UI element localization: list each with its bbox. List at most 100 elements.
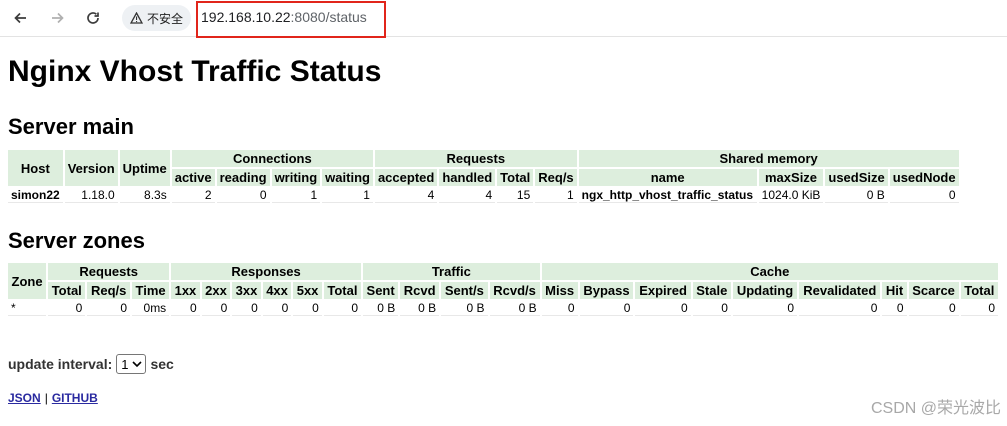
watermark: CSDN @荣光波比 (870, 400, 1001, 417)
resp-4xx-header: 4xx (262, 282, 292, 299)
zone-total-cell: 0 (48, 301, 86, 316)
reload-button[interactable] (80, 5, 106, 31)
uptime-cell: 8.3s (119, 188, 170, 203)
forward-button[interactable] (44, 5, 70, 31)
rcvd-cell: 0 B (400, 301, 440, 316)
total-cell: 15 (497, 188, 534, 203)
scarce-cell: 0 (908, 301, 959, 316)
traffic-group-header: Traffic (363, 263, 540, 280)
bypass-cell: 0 (579, 301, 634, 316)
cache-total-cell: 0 (960, 301, 998, 316)
address-bar[interactable]: 192.168.10.22:8080/status (201, 9, 367, 25)
uptime-header: Uptime (119, 150, 170, 186)
resp-3xx-header: 3xx (232, 282, 261, 299)
reqs-cell: 1 (535, 188, 577, 203)
rcvd-rate-cell: 0 B (489, 301, 540, 316)
updating-header: Updating (732, 282, 798, 299)
rcvd-header: Rcvd (400, 282, 440, 299)
update-interval-select[interactable]: 1 (116, 354, 147, 374)
revalidated-cell: 0 (799, 301, 881, 316)
waiting-cell: 1 (322, 188, 373, 203)
maxsize-header: maxSize (758, 169, 824, 186)
forward-arrow-icon (52, 12, 64, 24)
update-interval-value: 1 (121, 356, 129, 372)
zone-cell: * (8, 301, 47, 316)
sent-rate-cell: 0 B (441, 301, 488, 316)
scarce-header: Scarce (908, 282, 959, 299)
github-link[interactable]: GITHUB (52, 391, 98, 405)
name-header: name (578, 169, 757, 186)
active-cell: 2 (171, 188, 215, 203)
resp-5xx-header: 5xx (293, 282, 322, 299)
expired-header: Expired (635, 282, 691, 299)
json-link[interactable]: JSON (8, 391, 41, 405)
reading-header: reading (216, 169, 270, 186)
browser-toolbar: 不安全 192.168.10.22:8080/status (0, 0, 1007, 38)
cache-total-header: Total (960, 282, 998, 299)
reload-icon (87, 12, 99, 24)
hit-cell: 0 (882, 301, 907, 316)
accepted-cell: 4 (374, 188, 438, 203)
update-interval: update interval: 1 sec (8, 354, 174, 374)
resp-2xx-header: 2xx (201, 282, 231, 299)
usednode-cell: 0 (889, 188, 959, 203)
table-row: * 0 0 0ms 0 0 0 0 0 0 0 B 0 B 0 B 0 B 0 … (8, 301, 998, 316)
url-host: 192.168.10.22 (201, 9, 291, 25)
maxsize-cell: 1024.0 KiB (758, 188, 824, 203)
version-header: Version (64, 150, 118, 186)
back-button[interactable] (8, 5, 34, 31)
resp-1xx-cell: 0 (171, 301, 200, 316)
security-label: 不安全 (147, 11, 184, 26)
sent-header: Sent (363, 282, 399, 299)
accepted-header: accepted (374, 169, 438, 186)
zone-total-header: Total (48, 282, 86, 299)
writing-cell: 1 (271, 188, 321, 203)
rcvd-rate-header: Rcvd/s (489, 282, 540, 299)
resp-total-header: Total (323, 282, 362, 299)
resp-3xx-cell: 0 (232, 301, 261, 316)
resp-5xx-cell: 0 (293, 301, 322, 316)
handled-cell: 4 (439, 188, 496, 203)
active-header: active (171, 169, 215, 186)
host-header: Host (8, 150, 63, 186)
chevron-down-icon (132, 361, 143, 368)
expired-cell: 0 (635, 301, 691, 316)
host-cell: simon22 (8, 188, 63, 203)
resp-total-cell: 0 (323, 301, 362, 316)
total-header: Total (497, 169, 534, 186)
resp-2xx-cell: 0 (201, 301, 231, 316)
stale-cell: 0 (692, 301, 731, 316)
resp-4xx-cell: 0 (262, 301, 292, 316)
update-interval-unit: sec (150, 356, 174, 372)
zone-reqs-header: Req/s (87, 282, 130, 299)
stale-header: Stale (692, 282, 731, 299)
cache-group-header: Cache (541, 263, 998, 280)
revalidated-header: Revalidated (799, 282, 881, 299)
table-row: simon22 1.18.0 8.3s 2 0 1 1 4 4 15 1 ngx… (8, 188, 959, 203)
warning-icon (130, 12, 143, 24)
miss-cell: 0 (541, 301, 578, 316)
update-interval-label: update interval: (8, 356, 113, 372)
name-cell: ngx_http_vhost_traffic_status (578, 188, 757, 203)
connections-group-header: Connections (171, 150, 373, 167)
reqs-header: Req/s (535, 169, 577, 186)
usedsize-header: usedSize (825, 169, 888, 186)
usednode-header: usedNode (889, 169, 959, 186)
shared-memory-group-header: Shared memory (578, 150, 959, 167)
sent-rate-header: Sent/s (441, 282, 488, 299)
security-indicator[interactable]: 不安全 (122, 5, 192, 31)
zone-reqs-cell: 0 (87, 301, 130, 316)
version-cell: 1.18.0 (64, 188, 118, 203)
server-zones-table: Zone Requests Responses Traffic Cache To… (6, 261, 1000, 318)
zone-requests-group-header: Requests (48, 263, 170, 280)
server-main-table: Host Version Uptime Connections Requests… (6, 148, 961, 205)
zone-time-header: Time (132, 282, 170, 299)
zone-time-cell: 0ms (132, 301, 170, 316)
link-separator: | (44, 391, 48, 405)
resp-1xx-header: 1xx (171, 282, 200, 299)
miss-header: Miss (541, 282, 578, 299)
requests-group-header: Requests (374, 150, 577, 167)
bypass-header: Bypass (579, 282, 634, 299)
updating-cell: 0 (732, 301, 798, 316)
zone-header: Zone (8, 263, 47, 299)
